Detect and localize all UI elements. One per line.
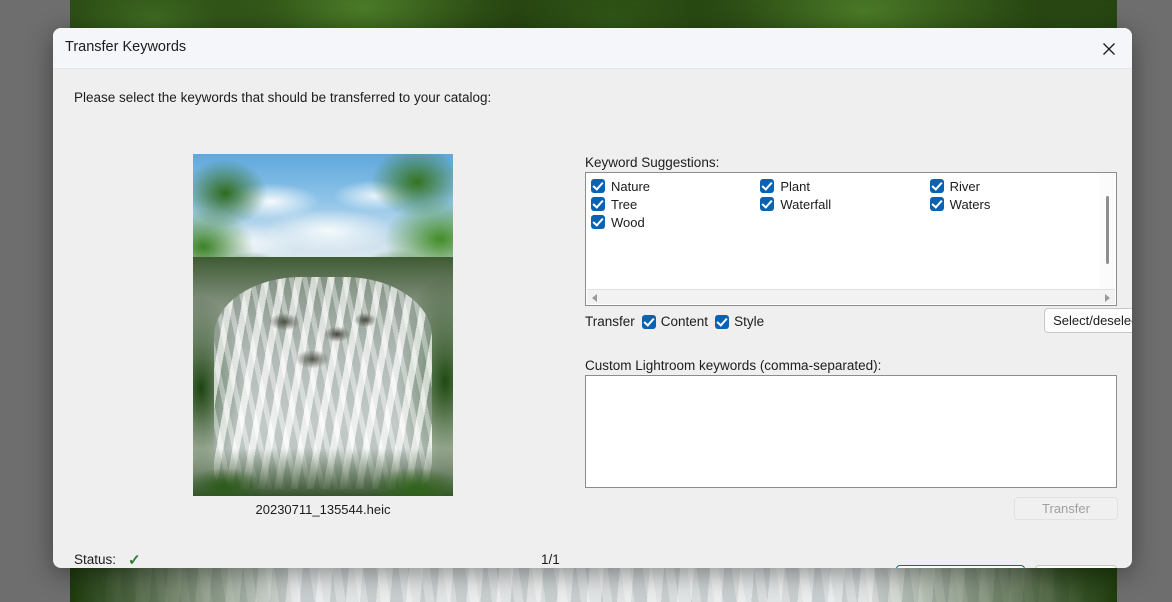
photo-thumbnail xyxy=(193,154,453,496)
keyword-label: Plant xyxy=(780,179,810,194)
status-label: Status: xyxy=(74,552,116,567)
checkbox-content[interactable]: Content xyxy=(642,314,708,329)
checkbox-content-label: Content xyxy=(661,314,708,329)
keyword-label: Nature xyxy=(611,179,650,194)
checkbox-content-box[interactable] xyxy=(642,315,656,329)
status-check-icon: ✓ xyxy=(128,551,141,568)
custom-keywords-input[interactable] xyxy=(585,375,1117,488)
keyword-label: River xyxy=(950,179,980,194)
keyword-checkbox[interactable] xyxy=(591,179,605,193)
keyword-checkbox[interactable] xyxy=(930,179,944,193)
transfer-button[interactable]: Transfer xyxy=(1014,497,1118,520)
keyword-list-vertical-scrollbar[interactable] xyxy=(1100,174,1115,289)
keyword-label: Waterfall xyxy=(780,197,831,212)
keyword-label: Wood xyxy=(611,215,645,230)
checkbox-style-box[interactable] xyxy=(715,315,729,329)
keyword-checkbox[interactable] xyxy=(760,197,774,211)
dialog-body: Please select the keywords that should b… xyxy=(53,69,1132,568)
keyword-label: Waters xyxy=(950,197,991,212)
scrollbar-thumb-vertical[interactable] xyxy=(1106,196,1109,264)
photo-filename: 20230711_135544.heic xyxy=(193,502,453,517)
checkbox-style-label: Style xyxy=(734,314,764,329)
transfer-options-row: Transfer Content Style xyxy=(585,314,764,329)
keyword-checkbox[interactable] xyxy=(591,197,605,211)
keyword-item[interactable]: River xyxy=(930,177,1099,195)
keyword-item[interactable]: Nature xyxy=(591,177,760,195)
prompt-text: Please select the keywords that should b… xyxy=(74,90,491,105)
keyword-item[interactable]: Tree xyxy=(591,195,760,213)
transfer-and-close-button[interactable]: Transfer and Close xyxy=(896,565,1025,568)
desktop-background: Transfer Keywords Please select the keyw… xyxy=(0,0,1172,602)
select-deselect-all-label: Select/deselect all xyxy=(1053,313,1132,328)
triangle-left-icon[interactable] xyxy=(587,290,602,305)
transfer-keywords-dialog: Transfer Keywords Please select the keyw… xyxy=(53,28,1132,568)
transfer-button-label: Transfer xyxy=(1042,501,1090,516)
dialog-titlebar: Transfer Keywords xyxy=(53,28,1132,69)
dialog-title: Transfer Keywords xyxy=(65,39,186,55)
triangle-right-icon[interactable] xyxy=(1100,290,1115,305)
transfer-options-label: Transfer xyxy=(585,314,635,329)
close-icon[interactable] xyxy=(1086,28,1132,69)
keyword-item[interactable]: Plant xyxy=(760,177,929,195)
keyword-item[interactable]: Waters xyxy=(930,195,1099,213)
thumb-rocks xyxy=(235,304,412,393)
page-counter: 1/1 xyxy=(541,552,560,567)
keyword-item[interactable]: Waterfall xyxy=(760,195,929,213)
select-deselect-all-button[interactable]: Select/deselect all xyxy=(1044,308,1132,333)
keyword-list-horizontal-scrollbar[interactable] xyxy=(587,289,1115,304)
checkbox-style[interactable]: Style xyxy=(715,314,764,329)
keyword-checkbox[interactable] xyxy=(930,197,944,211)
thumb-foreground-foliage xyxy=(193,448,453,496)
keyword-checkbox[interactable] xyxy=(591,215,605,229)
custom-keywords-label: Custom Lightroom keywords (comma-separat… xyxy=(585,358,881,373)
keyword-checkbox[interactable] xyxy=(760,179,774,193)
keyword-item[interactable]: Wood xyxy=(591,213,760,231)
keyword-label: Tree xyxy=(611,197,637,212)
keyword-grid: Nature Plant River Tree Waterfall Waters Wood xyxy=(591,177,1099,287)
keyword-suggestions-label: Keyword Suggestions: xyxy=(585,155,719,170)
keyword-suggestions-list[interactable]: Nature Plant River Tree Waterfall Waters Wood xyxy=(585,172,1117,306)
close-button[interactable]: Close xyxy=(1035,565,1117,568)
